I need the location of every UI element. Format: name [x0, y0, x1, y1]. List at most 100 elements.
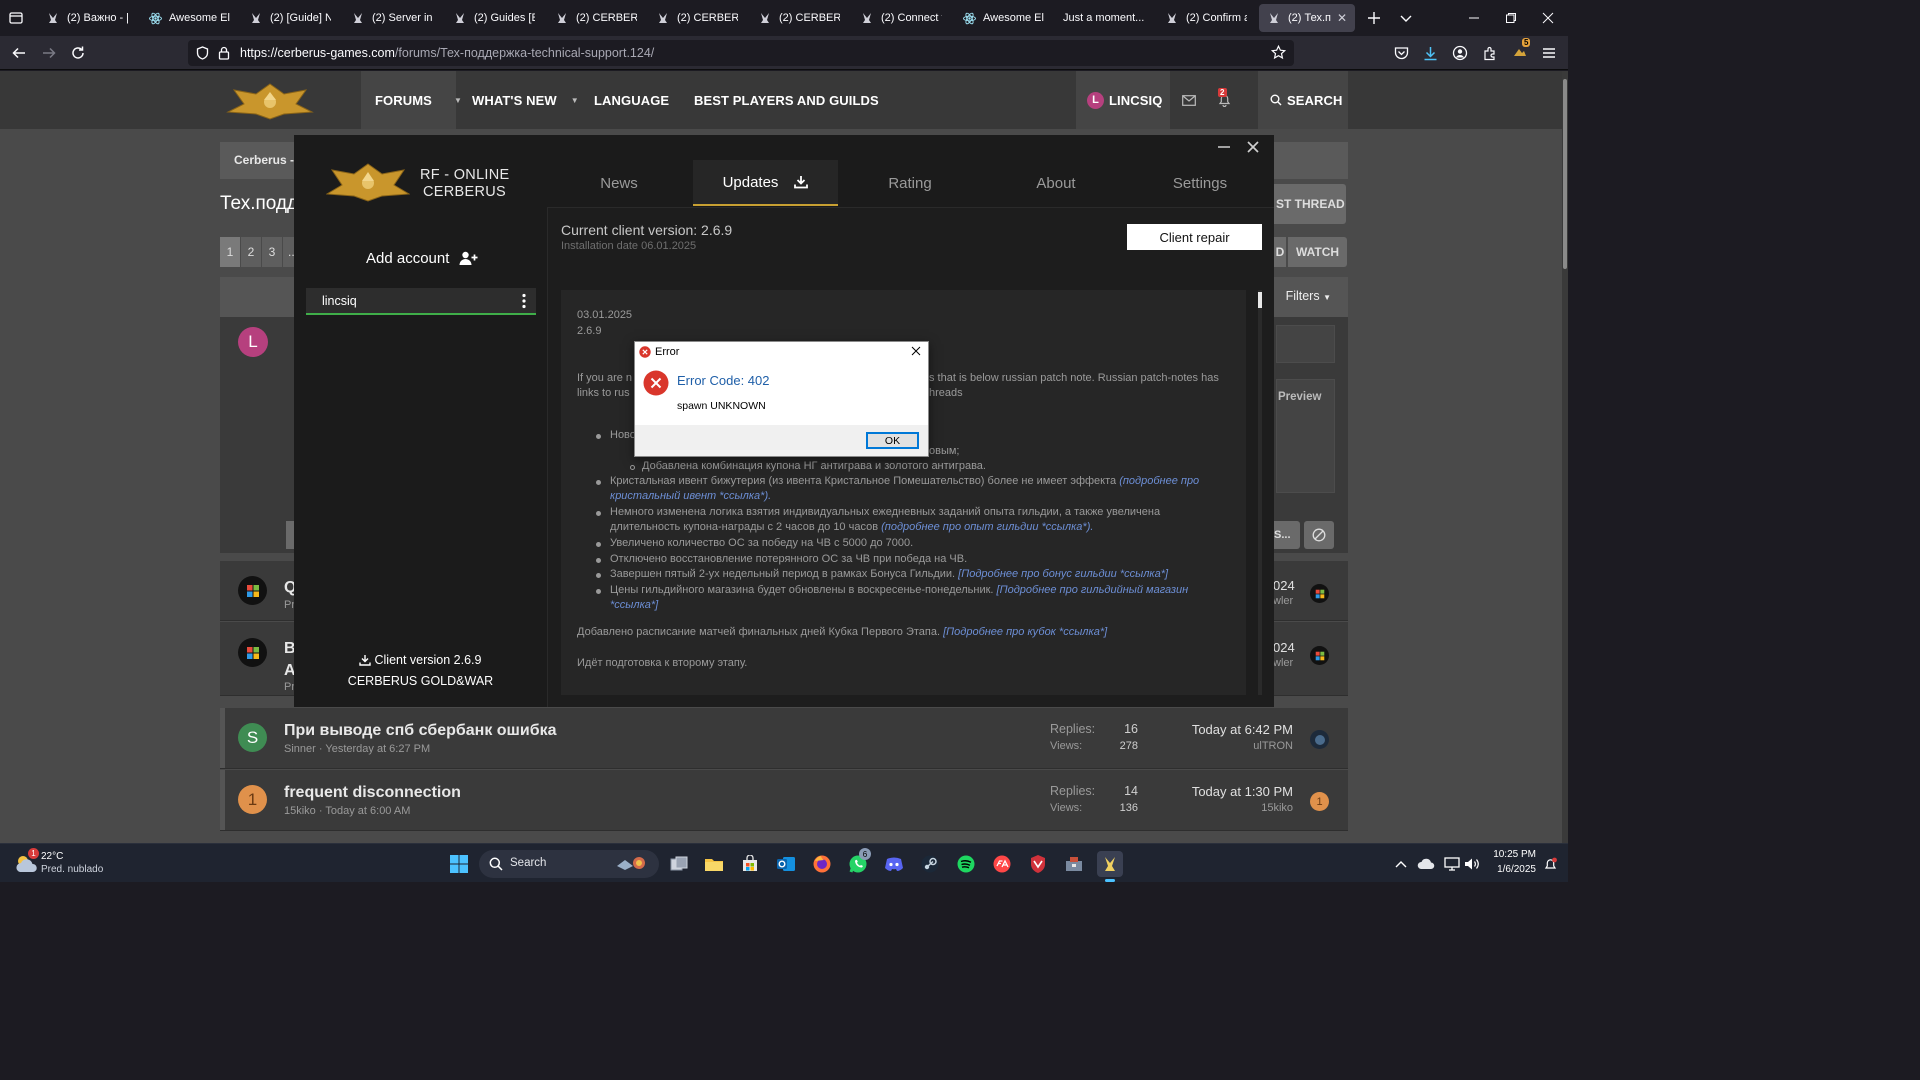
account-icon[interactable] [1448, 41, 1472, 65]
list-all-tabs-icon[interactable] [1394, 6, 1418, 30]
browser-tab[interactable]: (2) Важно - [S [38, 4, 136, 32]
onedrive-cloud-icon[interactable] [1413, 851, 1439, 877]
browser-tab[interactable]: Awesome Elec [140, 4, 238, 32]
tracking-protection-shield-icon[interactable] [196, 46, 209, 60]
breadcrumb-item[interactable]: Cerberus - [234, 153, 294, 167]
guild-shop-link-cont[interactable]: *ссылка*] [610, 598, 658, 614]
url-text[interactable]: https://cerberus-games.com/forums/Тех-по… [240, 46, 654, 60]
start-windows-icon[interactable] [446, 851, 472, 877]
author-avatar[interactable]: 1 [238, 785, 267, 814]
thread-author[interactable]: 15kiko [284, 805, 316, 817]
browser-tab[interactable]: (2) Guides [EN [445, 4, 543, 32]
notification-bell-icon[interactable] [1537, 851, 1563, 877]
page-number-button[interactable]: 3 [262, 237, 282, 267]
nav-best-players[interactable]: BEST PLAYERS AND GUILDS [694, 71, 879, 129]
clock-date[interactable]: 1/6/2025 [1480, 864, 1536, 875]
tab-list-icon[interactable] [4, 6, 28, 30]
tab-about[interactable]: About [1021, 160, 1091, 206]
crystal-link[interactable]: (подробнее про [1119, 475, 1199, 487]
table-row[interactable]: S При выводе спб сбербанк ошибка Sinner … [220, 708, 1348, 769]
extensions-icon[interactable] [1478, 41, 1502, 65]
guild-bonus-link[interactable]: [Подробнее про бонус гильдии *ссылка*] [958, 568, 1168, 580]
cancel-icon[interactable] [1304, 521, 1334, 549]
launcher-close-button[interactable] [1246, 140, 1260, 154]
task-view-icon[interactable] [666, 851, 692, 877]
browser-tab[interactable]: (2) CERBERUS [648, 4, 746, 32]
thread-title[interactable]: frequent disconnection [284, 784, 461, 802]
close-window-button[interactable] [1536, 6, 1560, 30]
composer-submit-button[interactable]: S... [1274, 521, 1300, 549]
last-post-date[interactable]: 024 [1273, 640, 1295, 655]
minimize-window-button[interactable] [1462, 6, 1486, 30]
app-menu-icon[interactable] [1537, 41, 1561, 65]
last-post-time[interactable]: Today at 1:30 PM [1133, 784, 1293, 799]
preview-button[interactable]: Preview [1278, 391, 1321, 403]
extension-badge-icon[interactable]: 5 [1508, 38, 1532, 65]
pocket-icon[interactable] [1389, 41, 1413, 65]
author-avatar[interactable]: S [238, 723, 267, 752]
page-number-button[interactable]: 1 [220, 237, 240, 267]
nav-whats-new[interactable]: WHAT'S NEW ▼ [472, 71, 579, 129]
last-post-user[interactable]: 15kiko [1133, 802, 1293, 814]
thread-created[interactable]: Yesterday at 6:27 PM [325, 743, 430, 755]
taskbar-search-box[interactable]: Search [479, 850, 659, 878]
more-vertical-icon[interactable] [522, 293, 526, 309]
account-item[interactable]: lincsiq [306, 288, 536, 315]
filters-button[interactable]: Filters ▼ [1286, 289, 1331, 303]
table-row[interactable]: 1 frequent disconnection 15kiko · Today … [220, 770, 1348, 831]
last-post-user[interactable]: wler [1273, 657, 1293, 669]
thread-title[interactable]: При выводе спб сбербанк ошибка [284, 722, 557, 740]
nav-forums[interactable]: FORUMS ▼ [361, 71, 462, 129]
nav-user-account[interactable]: L LINCSIQ [1076, 71, 1170, 129]
client-repair-button[interactable]: Client repair [1127, 224, 1262, 250]
browser-tab[interactable]: (2) Confirm ac [1157, 4, 1255, 32]
browser-tab[interactable]: Awesome Elec [954, 4, 1052, 32]
downloads-icon[interactable] [1418, 41, 1442, 65]
game-launcher-shield-icon[interactable] [1025, 851, 1051, 877]
nav-search[interactable]: SEARCH [1258, 71, 1348, 129]
file-explorer-icon[interactable] [701, 851, 727, 877]
notes-scrollbar[interactable] [1258, 290, 1262, 695]
unwatch-partial-button[interactable]: D [1274, 237, 1286, 267]
forward-button[interactable] [37, 41, 61, 65]
alerts-bell-icon[interactable]: 2 [1218, 71, 1231, 129]
url-bar[interactable]: https://cerberus-games.com/forums/Тех-по… [188, 40, 1294, 66]
browser-tab[interactable]: (2) CERBERUS [547, 4, 645, 32]
close-tab-icon[interactable]: ✕ [1337, 11, 1347, 25]
browser-tab[interactable]: (2) CERBERUS [750, 4, 848, 32]
new-tab-button[interactable] [1362, 6, 1386, 30]
page-number-button[interactable]: 2 [241, 237, 261, 267]
back-button[interactable] [7, 41, 31, 65]
inbox-envelope-icon[interactable] [1182, 71, 1196, 129]
add-account-button[interactable]: Add account [366, 250, 478, 267]
composer-action-edge[interactable] [286, 521, 294, 549]
last-post-date[interactable]: 024 [1273, 578, 1295, 593]
thread-created[interactable]: Today at 6:00 AM [325, 805, 410, 817]
whatsapp-icon[interactable]: 6 [845, 848, 871, 877]
weather-widget[interactable]: 1 22°C Pred. nublado [12, 848, 122, 879]
post-thread-button[interactable]: ST THREAD [1274, 184, 1346, 224]
thread-title-input-edge[interactable] [1276, 325, 1335, 363]
thread-author[interactable]: Sinner [284, 743, 316, 755]
padlock-icon[interactable] [218, 46, 230, 60]
last-post-user[interactable]: ulTRON [1133, 740, 1293, 752]
toolbox-app-icon[interactable] [1061, 851, 1087, 877]
last-poster-avatar[interactable]: 1 [1310, 792, 1329, 811]
guild-exp-link[interactable]: (подробнее про опыт гильдии *ссылка*). [881, 521, 1093, 533]
firefox-icon[interactable] [809, 851, 835, 877]
discord-icon[interactable] [881, 851, 907, 877]
cerberus-logo[interactable] [226, 82, 314, 120]
close-icon[interactable] [910, 345, 922, 357]
spotify-icon[interactable] [953, 851, 979, 877]
last-poster-avatar[interactable] [1310, 730, 1329, 749]
microsoft-store-icon[interactable] [737, 851, 763, 877]
browser-tab[interactable]: (2) [Guide] Ne [241, 4, 339, 32]
tab-settings[interactable]: Settings [1164, 160, 1236, 206]
restore-window-button[interactable] [1499, 6, 1523, 30]
notes-scrollbar-thumb[interactable] [1258, 292, 1262, 308]
tab-updates[interactable]: Updates [693, 160, 838, 206]
tab-news[interactable]: News [584, 160, 654, 206]
ea-app-icon[interactable] [989, 851, 1015, 877]
reload-button[interactable] [66, 41, 90, 65]
show-hidden-icons-chevron-icon[interactable] [1388, 851, 1414, 877]
